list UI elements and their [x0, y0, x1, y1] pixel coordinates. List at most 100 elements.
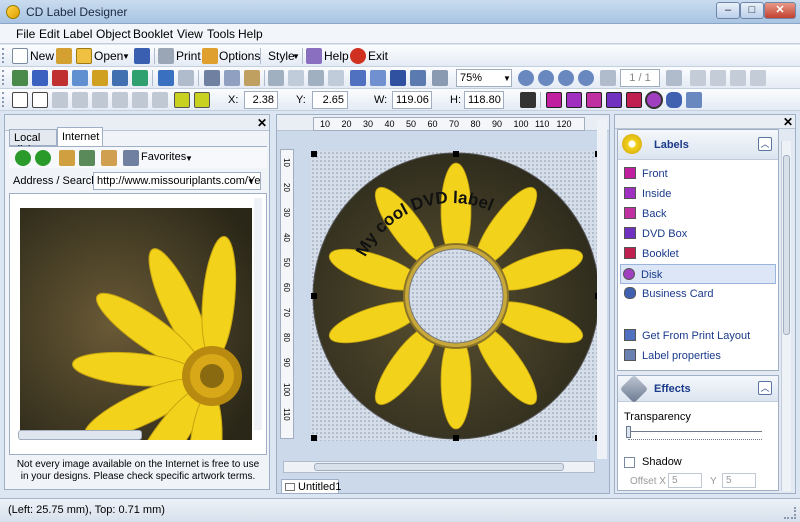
help-button[interactable]: Help — [324, 49, 349, 63]
disk-label-canvas[interactable]: My cool DVD label — [311, 151, 601, 441]
home-icon[interactable] — [59, 150, 75, 166]
offset-x-field[interactable]: 5 — [668, 473, 702, 488]
get-from-print-layout-link[interactable]: Get From Print Layout — [622, 326, 790, 346]
label-item-booklet[interactable]: Booklet — [622, 244, 790, 264]
minimize-button[interactable]: – — [716, 2, 740, 19]
dvd-box-icon[interactable] — [606, 92, 622, 108]
collapse-effects-icon[interactable]: ︿ — [758, 381, 772, 395]
redo-icon[interactable] — [178, 70, 194, 86]
align-top-icon[interactable] — [72, 92, 88, 108]
align-right-icon[interactable] — [52, 92, 68, 108]
inside-label-icon[interactable] — [566, 92, 582, 108]
align-icon[interactable] — [308, 70, 324, 86]
resize-grip-icon[interactable] — [784, 507, 796, 519]
layer-down-icon[interactable] — [410, 70, 426, 86]
group-icon[interactable] — [268, 70, 284, 86]
save-icon[interactable] — [134, 48, 150, 64]
menu-booklet[interactable]: Booklet — [133, 27, 173, 41]
menu-object[interactable]: Object — [96, 27, 131, 41]
transparency-slider-track[interactable] — [628, 431, 762, 432]
zoom-fit-icon[interactable] — [558, 70, 574, 86]
close-side-panel-icon[interactable]: ✕ — [783, 115, 793, 129]
same-height-icon[interactable] — [152, 92, 168, 108]
properties-icon[interactable] — [432, 70, 448, 86]
cut-icon[interactable] — [204, 70, 220, 86]
flower-photo[interactable] — [20, 208, 252, 440]
page-setup-icon[interactable] — [750, 70, 766, 86]
transparency-slider-thumb[interactable] — [626, 426, 631, 438]
y-field[interactable]: 2.65 — [312, 91, 348, 109]
center-horizontal-icon[interactable] — [174, 92, 190, 108]
zoom-out-icon[interactable] — [538, 70, 554, 86]
label-item-front[interactable]: Front — [622, 164, 790, 184]
collapse-labels-icon[interactable]: ︿ — [758, 137, 772, 151]
menu-edit[interactable]: Edit — [39, 27, 60, 41]
canvas-vertical-scrollbar[interactable] — [597, 119, 607, 459]
send-back-icon[interactable] — [370, 70, 386, 86]
back-arrow-icon[interactable] — [15, 150, 31, 166]
canvas-horizontal-scrollbar[interactable] — [283, 461, 595, 473]
center-vertical-icon[interactable] — [194, 92, 210, 108]
zoom-in-icon[interactable] — [518, 70, 534, 86]
insert-image-icon[interactable] — [12, 70, 28, 86]
distribute-icon[interactable] — [328, 70, 344, 86]
side-panel-scrollbar-thumb[interactable] — [783, 155, 790, 335]
new-button[interactable]: New — [30, 49, 54, 63]
save-image-icon[interactable] — [101, 150, 117, 166]
align-middle-icon[interactable] — [92, 92, 108, 108]
style-dropdown-arrow-icon[interactable]: ▼ — [292, 52, 300, 61]
back-label-icon[interactable] — [586, 92, 602, 108]
close-button[interactable]: ✕ — [764, 2, 796, 19]
forward-arrow-icon[interactable] — [35, 150, 51, 166]
ungroup-icon[interactable] — [288, 70, 304, 86]
label-item-disk[interactable]: Disk — [620, 264, 776, 284]
booklet-icon[interactable] — [626, 92, 642, 108]
vertical-scrollbar[interactable] — [254, 198, 262, 430]
insert-table-icon[interactable] — [132, 70, 148, 86]
menu-label[interactable]: Label — [63, 27, 92, 41]
tab-local-disk[interactable]: Local disk — [9, 129, 57, 156]
open-dropdown-arrow-icon[interactable]: ▼ — [122, 52, 130, 61]
style-button[interactable]: Style — [268, 49, 295, 63]
zoom-page-icon[interactable] — [578, 70, 594, 86]
label-item-business-card[interactable]: Business Card — [622, 284, 790, 304]
insert-object-icon[interactable] — [72, 70, 88, 86]
maximize-button[interactable]: □ — [740, 2, 764, 19]
align-left-icon[interactable] — [12, 92, 28, 108]
shadow-checkbox[interactable] — [624, 457, 635, 468]
options-button[interactable]: Options — [219, 49, 260, 63]
lock-icon[interactable] — [520, 92, 536, 108]
layer-up-icon[interactable] — [390, 70, 406, 86]
offset-y-field[interactable]: 5 — [722, 473, 756, 488]
exit-button[interactable]: Exit — [368, 49, 388, 63]
w-field[interactable]: 119.06 — [392, 91, 432, 109]
menu-help[interactable]: Help — [238, 27, 263, 41]
paste-icon[interactable] — [244, 70, 260, 86]
favorites-button[interactable]: Favorites — [141, 151, 186, 163]
wand-icon[interactable] — [56, 48, 72, 64]
business-card-icon[interactable] — [666, 92, 682, 108]
same-width-icon[interactable] — [132, 92, 148, 108]
address-dropdown-arrow-icon[interactable]: ▼ — [247, 177, 255, 186]
address-input[interactable]: http://www.missouriplants.com/Yell — [93, 172, 261, 190]
align-bottom-icon[interactable] — [112, 92, 128, 108]
tab-internet[interactable]: Internet — [57, 127, 103, 146]
label-item-inside[interactable]: Inside — [622, 184, 790, 204]
open-button[interactable]: Open — [94, 49, 123, 63]
insert-text-icon[interactable] — [32, 70, 48, 86]
document-tab[interactable]: Untitled1 — [281, 479, 341, 494]
label-settings-icon[interactable] — [686, 92, 702, 108]
label-item-dvd-box[interactable]: DVD Box — [622, 224, 790, 244]
label-properties-link[interactable]: Label properties — [622, 346, 790, 366]
refresh-icon[interactable] — [79, 150, 95, 166]
insert-shape-icon[interactable] — [52, 70, 68, 86]
next-page-icon[interactable] — [666, 70, 682, 86]
menu-tools[interactable]: Tools — [207, 27, 235, 41]
canvas-scrollbar-thumb[interactable] — [314, 463, 564, 471]
x-field[interactable]: 2.38 — [244, 91, 278, 109]
front-label-icon[interactable] — [546, 92, 562, 108]
zoom-dropdown-arrow-icon[interactable]: ▼ — [503, 74, 511, 83]
insert-barcode-icon[interactable] — [112, 70, 128, 86]
bring-front-icon[interactable] — [350, 70, 366, 86]
horizontal-scrollbar-thumb[interactable] — [18, 430, 142, 440]
